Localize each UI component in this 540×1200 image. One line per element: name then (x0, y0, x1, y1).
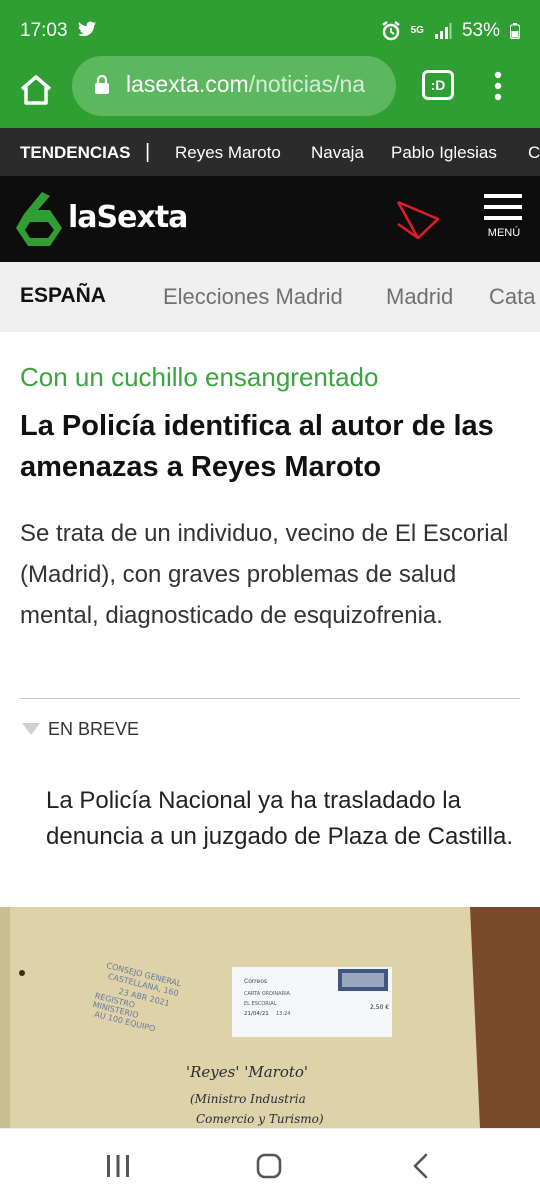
menu-label: MENÚ (487, 227, 521, 239)
trending-label: TENDENCIAS (20, 143, 131, 162)
handwritten-address: 'Reyes' 'Maroto' (Ministro Industria Com… (186, 1063, 324, 1126)
divider (20, 698, 520, 699)
more-vert-icon[interactable] (488, 70, 508, 102)
home-icon[interactable] (18, 72, 54, 108)
url-host: lasexta.com (126, 71, 249, 97)
tab-switcher-button[interactable]: :D (422, 70, 454, 100)
triangle-down-icon (22, 723, 40, 735)
browser-toolbar: lasexta.com/noticias/na :D (0, 56, 540, 128)
url-path: /noticias/na (248, 71, 366, 97)
envelope-photo: CONSEJO GENERAL CASTELLANA, 160 23 ABR 2… (0, 907, 540, 1128)
home-nav-icon[interactable] (256, 1153, 282, 1179)
trending-item-reyes-maroto[interactable]: Reyes Maroto (175, 143, 281, 163)
android-nav-bar (0, 1128, 540, 1200)
postage-label: Correos CARTA ORDINARIA EL ESCORIAL 21/0… (232, 967, 392, 1037)
svg-text:CARTA ORDINARIA: CARTA ORDINARIA (244, 991, 291, 997)
svg-text:2,50 €: 2,50 € (370, 1004, 389, 1011)
site-header: laSexta MENÚ (0, 176, 540, 262)
trending-item-navaja[interactable]: Navaja (311, 143, 364, 163)
article-headline: La Policía identifica al autor de las am… (20, 410, 494, 483)
section-link-elecciones-madrid[interactable]: Elecciones Madrid (163, 284, 343, 310)
section-link-more[interactable]: Cata (489, 284, 535, 310)
lock-icon (95, 75, 109, 94)
network-badge: 5G (410, 25, 424, 36)
svg-text:EL ESCORIAL: EL ESCORIAL (244, 1001, 277, 1007)
menu-button[interactable]: MENÚ (484, 194, 524, 246)
recent-apps-icon[interactable] (104, 1155, 132, 1177)
site-logo-text[interactable]: laSexta (68, 200, 188, 235)
brief-text: La Policía Nacional ya ha trasladado la … (46, 787, 513, 850)
article-photo: CONSEJO GENERAL CASTELLANA, 160 23 ABR 2… (0, 907, 540, 1128)
url-text: lasexta.com/noticias/na (126, 71, 365, 98)
battery-percent: 53% (461, 20, 500, 41)
hamburger-icon (484, 194, 524, 220)
back-icon[interactable] (410, 1153, 430, 1179)
section-nav: ESPAÑA Elecciones Madrid Madrid Cata (0, 262, 540, 332)
alarm-icon (381, 21, 400, 41)
svg-text:(Ministro Industria: (Ministro Industria (190, 1092, 306, 1106)
svg-text:Comercio y Turismo): Comercio y Turismo) (196, 1112, 324, 1126)
trending-item-pablo-iglesias[interactable]: Pablo Iglesias (391, 143, 497, 163)
article-summary: Se trata de un individuo, vecino de El E… (20, 520, 509, 629)
trending-bar: TENDENCIAS | Reyes Maroto Navaja Pablo I… (0, 128, 540, 176)
brief-toggle[interactable]: EN BREVE (20, 718, 220, 742)
twitter-icon (78, 21, 96, 37)
section-current[interactable]: ESPAÑA (20, 284, 106, 308)
article-kicker: Con un cuchillo ensangrentado (20, 362, 379, 392)
status-bar: 17:03 5G 53% (0, 0, 540, 60)
svg-text:13:24: 13:24 (276, 1011, 290, 1017)
svg-text:'Reyes' 'Maroto': 'Reyes' 'Maroto' (186, 1063, 308, 1081)
section-link-madrid[interactable]: Madrid (386, 284, 453, 310)
address-bar[interactable]: lasexta.com/noticias/na (72, 56, 396, 116)
svg-text:21/04/21: 21/04/21 (244, 1011, 269, 1017)
play-icon[interactable] (394, 196, 446, 242)
svg-text:Correos: Correos (244, 978, 267, 985)
trending-separator: | (145, 141, 151, 163)
status-time: 17:03 (20, 20, 68, 41)
trending-item-more[interactable]: C (528, 143, 540, 163)
brief-label: EN BREVE (48, 719, 140, 739)
signal-icon (434, 23, 452, 39)
battery-icon (510, 23, 520, 39)
lasexta-logo-icon[interactable] (16, 192, 62, 246)
